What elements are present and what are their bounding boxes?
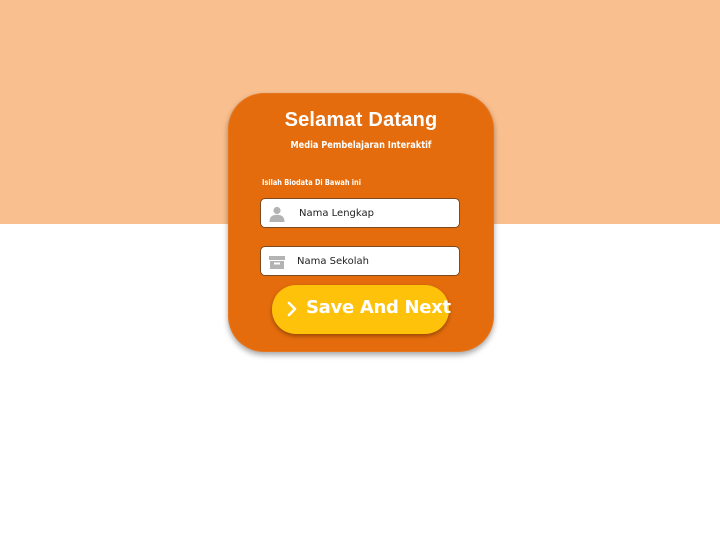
card-title: Selamat Datang [284, 109, 438, 131]
card-subtitle: Media Pembelajaran Interaktif [290, 140, 432, 151]
save-and-next-button[interactable]: Save And Next [272, 285, 451, 334]
archive-box-icon [268, 253, 286, 271]
user-icon [268, 205, 286, 223]
chevron-right-icon [286, 300, 298, 318]
welcome-card: Selamat Datang Media Pembelajaran Intera… [228, 93, 494, 352]
save-button-label: Save And Next [306, 297, 451, 318]
name-input[interactable] [299, 203, 454, 223]
form-instruction: Isilah Biodata Di Bawah ini [262, 178, 361, 187]
school-field[interactable] [260, 246, 460, 276]
school-input[interactable] [297, 251, 452, 271]
name-field[interactable] [260, 198, 460, 228]
